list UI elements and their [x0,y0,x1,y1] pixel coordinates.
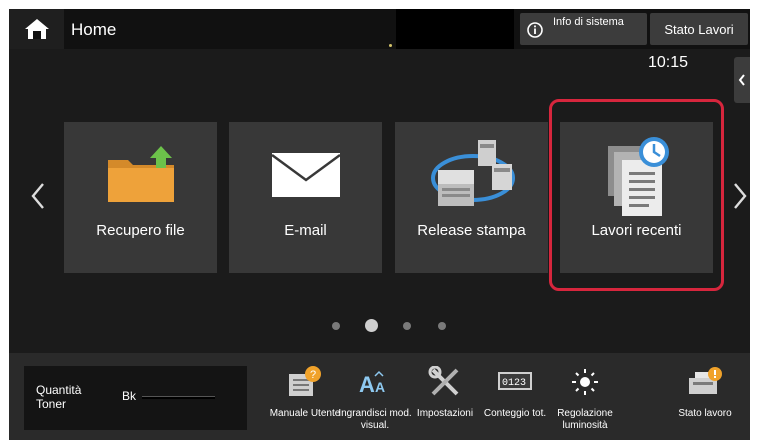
top-bar: Home Info di sistema Stato Lavori [9,9,750,49]
svg-text:A: A [375,379,385,395]
page-dot-4[interactable] [438,322,446,330]
device-screen: Home Info di sistema Stato Lavori 10:15 [9,9,750,440]
page-dot-3[interactable] [403,322,411,330]
brightness-label: Regolazione luminosità [557,408,613,431]
system-info-label: Info di sistema [553,16,624,28]
info-icon [527,22,543,38]
job-status-shortcut-button[interactable]: Stato lavoro [665,353,745,440]
text-enlarge-label: Ingrandisci mod. visual. [338,408,412,431]
svg-text:?: ? [310,369,316,381]
brightness-icon [572,369,598,395]
counter-button[interactable]: 0123 Conteggio tot. [475,353,555,440]
print-release-icon [431,140,515,206]
counter-icon: 0123 [498,372,532,390]
tile-recupero-file[interactable]: Recupero file [64,122,217,273]
text-enlarge-icon: A A [359,370,385,397]
svg-text:A: A [359,372,375,397]
toner-status: Quantità Toner Bk [24,366,247,430]
settings-label: Impostazioni [416,408,474,419]
tile-label: E-mail [284,222,327,239]
settings-tools-icon [428,366,459,396]
job-status-button[interactable]: Stato Lavori [650,13,748,45]
job-status-label: Stato lavoro [678,408,732,419]
side-panel-tab[interactable] [734,57,750,103]
tile-label: Recupero file [96,222,185,239]
clock: 10:15 [648,54,689,71]
indicator-dot [389,44,392,47]
user-manual-button[interactable]: ? Manuale Utente [265,353,345,440]
home-button[interactable] [9,9,64,49]
chevron-left-icon [738,74,745,86]
toner-label: Quantità Toner [36,383,82,411]
message-panel [396,9,514,49]
next-page-arrow[interactable] [733,182,747,210]
system-info-button[interactable]: Info di sistema [520,13,647,45]
user-manual-icon: ? [289,366,321,396]
brightness-button[interactable]: Regolazione luminosità [545,353,625,440]
page-dot-1[interactable] [332,322,340,330]
text-enlarge-button[interactable]: A A Ingrandisci mod. visual. [335,353,415,440]
home-icon [24,19,49,39]
user-manual-label: Manuale Utente [269,408,341,419]
tile-release-stampa[interactable]: Release stampa [395,122,548,273]
envelope-icon [271,153,341,197]
toner-level-bar [142,396,215,399]
selection-highlight [549,99,724,291]
previous-page-arrow[interactable] [31,182,45,210]
job-status-icon [689,367,722,394]
tile-label: Release stampa [417,222,526,239]
toner-color-label: Bk [122,389,137,403]
settings-button[interactable]: Impostazioni [405,353,485,440]
counter-text: 0123 [502,378,526,389]
bottom-bar: Quantità Toner Bk ? Manuale Utente A A I… [9,353,750,440]
tile-email[interactable]: E-mail [229,122,382,273]
counter-label: Conteggio tot. [483,408,547,419]
folder-upload-icon [108,146,174,202]
page-dot-2-active[interactable] [365,319,378,332]
page-title: Home [71,20,117,39]
